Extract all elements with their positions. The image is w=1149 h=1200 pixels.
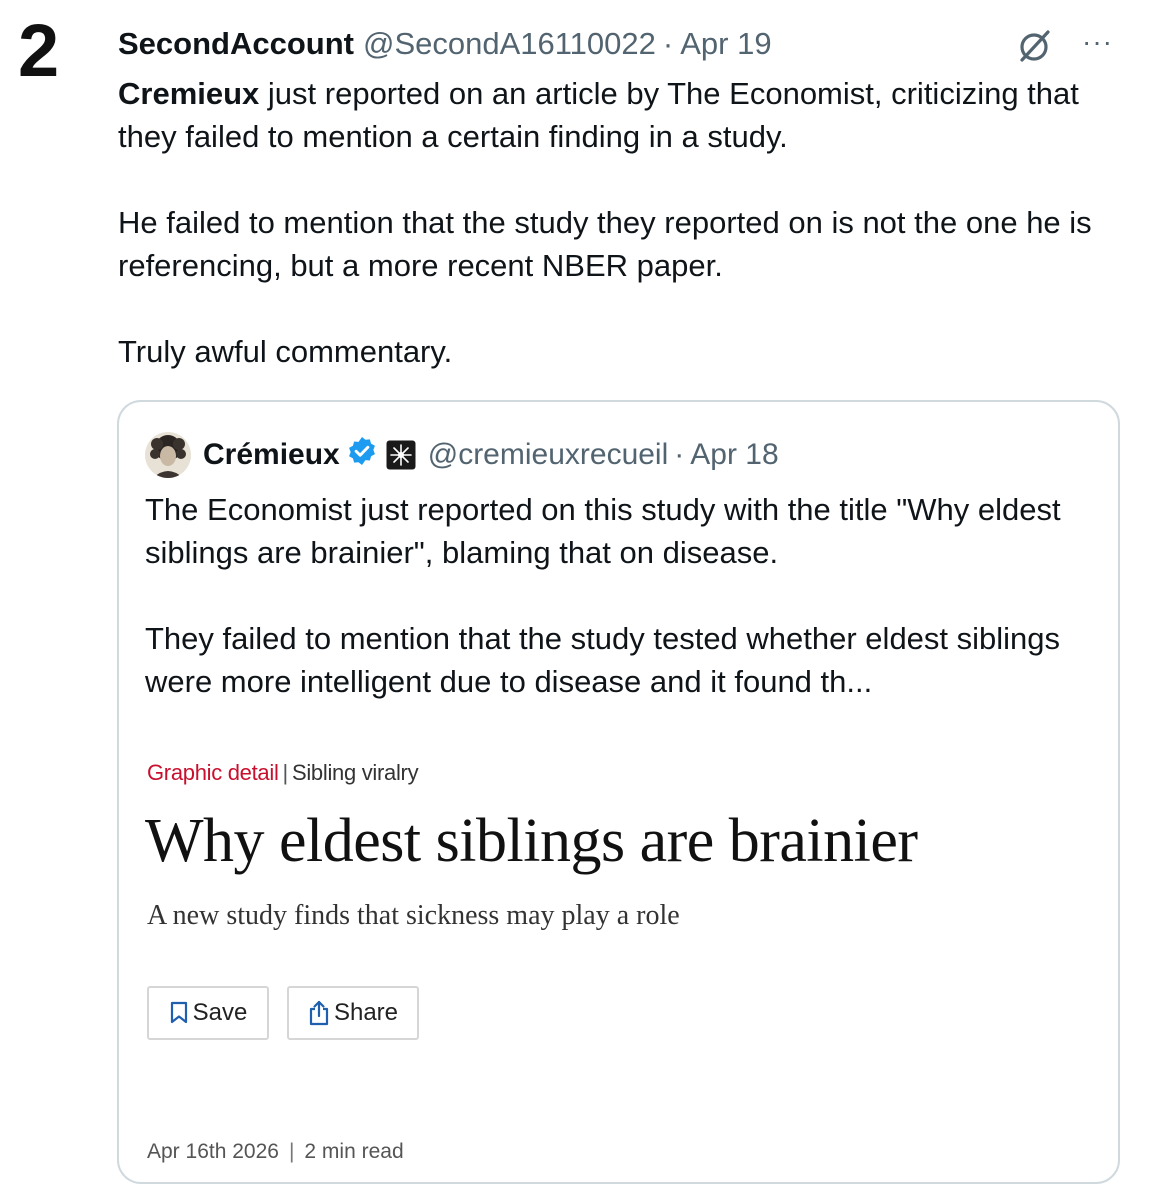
quoted-text-paragraph-1: The Economist just reported on this stud… <box>145 492 1061 570</box>
tweet-header: SecondAccount @SecondA16110022 · Apr 19 <box>118 26 772 66</box>
avatar[interactable] <box>145 432 191 478</box>
article-title: Why eldest siblings are brainier <box>145 807 918 875</box>
article-kicker: Graphic detail | Sibling viralry <box>147 760 419 786</box>
share-label: Share <box>333 999 399 1026</box>
save-button[interactable]: Save <box>147 986 269 1040</box>
header-separator: · <box>662 26 674 61</box>
article-footer-separator: | <box>288 1140 295 1163</box>
share-button[interactable]: Share <box>287 986 419 1040</box>
tweet-text: Cremieux just reported on an article by … <box>118 72 1128 373</box>
article-subtitle: A new study finds that sickness may play… <box>147 900 680 931</box>
quoted-header-separator: · <box>674 438 685 471</box>
share-icon <box>308 1000 330 1026</box>
article-section: Graphic detail <box>147 760 279 785</box>
rank-number: 2 <box>18 9 60 92</box>
article-footer: Apr 16th 2026 | 2 min read <box>147 1140 404 1164</box>
tweet-date[interactable]: Apr 19 <box>680 26 771 62</box>
article-topic: Sibling viralry <box>291 760 419 785</box>
mention-link[interactable]: Cremieux <box>118 76 259 111</box>
quoted-tweet-date[interactable]: Apr 18 <box>690 438 778 472</box>
quoted-tweet-text: The Economist just reported on this stud… <box>145 488 1095 703</box>
tweet-text-line1: just reported on an article by The Econo… <box>118 76 1079 154</box>
quoted-author-handle[interactable]: @cremieuxrecueil <box>428 438 669 472</box>
verified-icon <box>346 435 378 475</box>
author-handle[interactable]: @SecondA16110022 <box>363 26 656 62</box>
article-preview-image[interactable]: Graphic detail | Sibling viralry Why eldes… <box>119 742 1118 1182</box>
grok-icon[interactable] <box>1014 26 1054 66</box>
more-icon[interactable]: ··· <box>1082 28 1113 56</box>
quoted-tweet-header: Crémieux @cremieuxrecueil · Apr 18 <box>145 432 779 478</box>
org-badge-icon[interactable] <box>386 440 416 470</box>
quoted-tweet-card[interactable]: Crémieux @cremieuxrecueil · Apr 18 The E… <box>117 400 1120 1184</box>
article-date: Apr 16th 2026 <box>147 1140 279 1163</box>
quoted-text-paragraph-2: They failed to mention that the study te… <box>145 621 1061 699</box>
author-display-name[interactable]: SecondAccount <box>118 26 354 62</box>
tweet-actions-top: ··· <box>1014 26 1113 66</box>
article-kicker-separator: | <box>282 760 289 785</box>
quoted-author-name[interactable]: Crémieux <box>203 438 340 472</box>
bookmark-icon <box>169 1001 189 1025</box>
save-label: Save <box>192 999 248 1026</box>
tweet-text-paragraph-3: Truly awful commentary. <box>118 334 453 369</box>
article-read-time: 2 min read <box>304 1140 404 1163</box>
tweet-text-paragraph-2: He failed to mention that the study they… <box>118 205 1092 283</box>
